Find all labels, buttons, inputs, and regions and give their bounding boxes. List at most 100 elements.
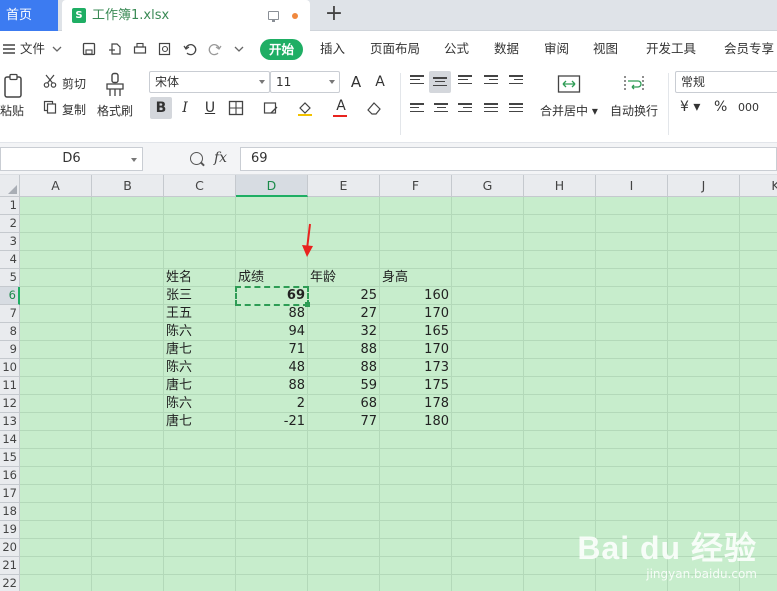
table-header-cell[interactable]: 身高 xyxy=(380,269,452,287)
grow-font-button[interactable]: A xyxy=(345,71,367,93)
table-header-cell[interactable]: 姓名 xyxy=(164,269,236,287)
menu-tab-developer[interactable]: 开发工具 xyxy=(646,31,696,67)
row-header[interactable]: 10 xyxy=(0,359,20,377)
align-bottom-icon[interactable] xyxy=(458,75,472,87)
row-header[interactable]: 13 xyxy=(0,413,20,431)
value-cell[interactable]: 160 xyxy=(380,287,452,305)
percent-button[interactable]: % xyxy=(714,99,727,115)
font-color-button[interactable]: A xyxy=(330,95,352,117)
cell-style-icon[interactable] xyxy=(263,100,279,116)
value-cell[interactable]: 88 xyxy=(308,341,380,359)
value-cell[interactable]: 173 xyxy=(380,359,452,377)
name-cell[interactable]: 唐七 xyxy=(164,377,236,395)
align-center-icon[interactable] xyxy=(434,103,448,115)
row-header[interactable]: 17 xyxy=(0,485,20,503)
column-header[interactable]: B xyxy=(92,175,164,197)
borders-icon[interactable] xyxy=(228,100,244,116)
name-cell[interactable]: 陈六 xyxy=(164,359,236,377)
currency-button[interactable]: ¥ ▾ xyxy=(680,99,700,115)
select-all-corner[interactable] xyxy=(0,175,20,197)
menu-tab-page-layout[interactable]: 页面布局 xyxy=(370,31,420,67)
menu-tab-home[interactable]: 开始 xyxy=(260,39,304,60)
tab-workbook[interactable]: S 工作簿1.xlsx xyxy=(62,0,310,31)
spreadsheet-grid[interactable]: ABCDEFGHIJK 1 2 3 4 5 6 7 8 9 10 11 12 13 14 15 16 17 18 1… xyxy=(0,175,777,591)
name-cell[interactable]: 张三 xyxy=(164,287,236,305)
chevron-down-icon[interactable] xyxy=(52,42,62,56)
customize-toolbar-icon[interactable] xyxy=(234,42,244,56)
row-header[interactable]: 9 xyxy=(0,341,20,359)
scissors-icon[interactable] xyxy=(43,74,57,88)
shrink-font-button[interactable]: A xyxy=(369,71,391,93)
value-cell[interactable]: 88 xyxy=(236,305,308,323)
row-header[interactable]: 2 xyxy=(0,215,20,233)
value-cell[interactable]: 69 xyxy=(236,287,308,305)
copy-button[interactable]: 复制 xyxy=(62,101,86,118)
bold-button[interactable]: B xyxy=(150,97,172,119)
distributed-icon[interactable] xyxy=(509,103,523,115)
value-cell[interactable]: 170 xyxy=(380,341,452,359)
value-cell[interactable]: 59 xyxy=(308,377,380,395)
formula-input[interactable]: 69 xyxy=(240,147,777,171)
number-format-select[interactable]: 常规 xyxy=(675,71,777,93)
merge-center-button[interactable]: 合并居中 ▾ xyxy=(540,102,598,119)
increase-indent-icon[interactable] xyxy=(509,75,523,87)
row-header[interactable]: 19 xyxy=(0,521,20,539)
print-icon[interactable] xyxy=(133,42,147,56)
font-size-select[interactable]: 11 xyxy=(270,71,340,93)
export-icon[interactable] xyxy=(108,42,122,56)
row-header[interactable]: 4 xyxy=(0,251,20,269)
fill-handle[interactable] xyxy=(305,302,310,307)
column-header[interactable]: H xyxy=(524,175,596,197)
cut-button[interactable]: 剪切 xyxy=(62,75,86,92)
format-painter-button[interactable]: 格式刷 xyxy=(97,102,133,119)
column-header[interactable]: J xyxy=(668,175,740,197)
name-cell[interactable]: 陈六 xyxy=(164,323,236,341)
row-header[interactable]: 8 xyxy=(0,323,20,341)
redo-icon[interactable] xyxy=(208,42,222,56)
table-header-cell[interactable]: 年龄 xyxy=(308,269,380,287)
value-cell[interactable]: 68 xyxy=(308,395,380,413)
align-top-icon[interactable] xyxy=(410,75,424,87)
column-header[interactable]: D xyxy=(236,175,308,197)
column-header[interactable]: A xyxy=(20,175,92,197)
save-icon[interactable] xyxy=(82,42,96,56)
row-header[interactable]: 21 xyxy=(0,557,20,575)
value-cell[interactable]: 170 xyxy=(380,305,452,323)
value-cell[interactable]: 25 xyxy=(308,287,380,305)
fx-icon[interactable]: fx xyxy=(214,150,227,166)
thousands-separator-button[interactable]: 000 xyxy=(738,101,759,114)
row-header[interactable]: 20 xyxy=(0,539,20,557)
menu-tab-view[interactable]: 视图 xyxy=(593,31,618,67)
font-name-select[interactable]: 宋体 xyxy=(149,71,270,93)
table-header-cell[interactable]: 成绩 xyxy=(236,269,308,287)
align-left-icon[interactable] xyxy=(410,103,424,115)
row-header[interactable]: 18 xyxy=(0,503,20,521)
value-cell[interactable]: 71 xyxy=(236,341,308,359)
underline-button[interactable]: U xyxy=(199,97,221,119)
value-cell[interactable]: 27 xyxy=(308,305,380,323)
wrap-text-button[interactable]: 自动换行 xyxy=(610,102,658,119)
value-cell[interactable]: 88 xyxy=(236,377,308,395)
decrease-indent-icon[interactable] xyxy=(484,75,498,87)
row-header[interactable]: 16 xyxy=(0,467,20,485)
value-cell[interactable]: -21 xyxy=(236,413,308,431)
column-header[interactable]: G xyxy=(452,175,524,197)
row-header[interactable]: 14 xyxy=(0,431,20,449)
italic-button[interactable]: I xyxy=(174,97,196,119)
value-cell[interactable]: 77 xyxy=(308,413,380,431)
paste-icon[interactable] xyxy=(2,73,26,99)
value-cell[interactable]: 165 xyxy=(380,323,452,341)
value-cell[interactable]: 94 xyxy=(236,323,308,341)
paste-button[interactable]: 粘贴 xyxy=(0,102,24,119)
merge-center-icon[interactable] xyxy=(557,73,581,95)
row-header[interactable]: 1 xyxy=(0,197,20,215)
name-cell[interactable]: 王五 xyxy=(164,305,236,323)
new-tab-button[interactable]: + xyxy=(322,3,346,27)
row-header[interactable]: 15 xyxy=(0,449,20,467)
row-header[interactable]: 11 xyxy=(0,377,20,395)
row-header[interactable]: 7 xyxy=(0,305,20,323)
format-painter-icon[interactable] xyxy=(104,72,126,98)
row-header[interactable]: 5 xyxy=(0,269,20,287)
tab-home[interactable]: 首页 xyxy=(0,0,58,31)
value-cell[interactable]: 48 xyxy=(236,359,308,377)
